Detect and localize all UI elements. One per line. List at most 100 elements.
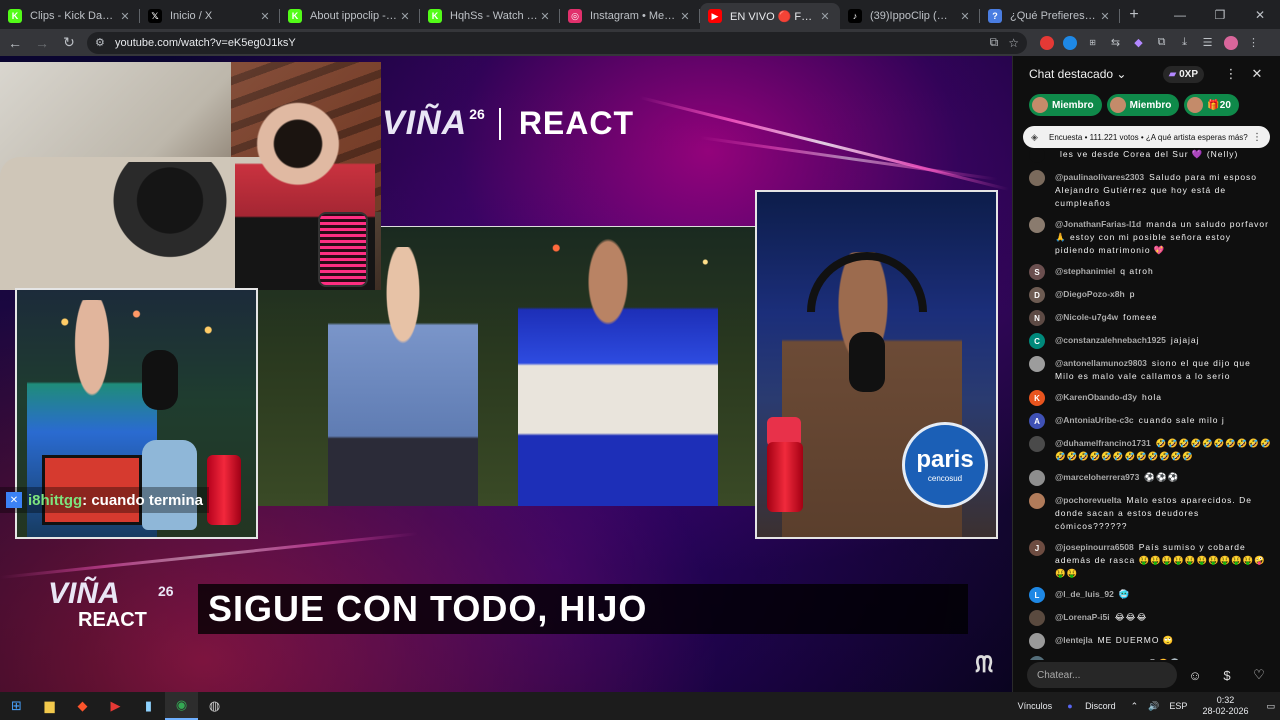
- chat-message[interactable]: @duhamelfrancino1731 🤣🤣🤣🤣🤣🤣🤣🤣🤣🤣🤣🤣🤣🤣🤣🤣🤣🤣🤣🤣…: [1013, 436, 1280, 463]
- chat-messages: les ve desde Corea del Sur 💜 (Nelly) @pau…: [1013, 148, 1280, 660]
- chat-message[interactable]: @marceloherrera973 ⚽⚽⚽: [1013, 470, 1280, 486]
- maximize-icon[interactable]: ❐: [1200, 0, 1240, 29]
- heart-icon[interactable]: ♡: [1245, 662, 1273, 688]
- poll-more-icon[interactable]: ⋮: [1252, 132, 1262, 143]
- chat-message[interactable]: C @constanzalehnebach1925 jajajaj: [1013, 333, 1280, 349]
- chat-message[interactable]: @antonellamunoz9803 siono el que dijo que…: [1013, 356, 1280, 383]
- paris-logo-text: paris: [916, 445, 974, 473]
- tray-chevron-up-icon[interactable]: ⌃: [1131, 701, 1139, 712]
- chat-message[interactable]: A @AntoniaUribe-c3c cuando sale milo j: [1013, 413, 1280, 429]
- chat-message[interactable]: @lentejla ME DUERMO 🙄: [1013, 633, 1280, 649]
- file-explorer-icon[interactable]: ▆: [33, 692, 66, 720]
- chat-chip[interactable]: Miembro: [1106, 94, 1180, 116]
- chat-text: q atroh: [1120, 266, 1154, 276]
- browser-menu-icon[interactable]: ⋮: [1242, 33, 1265, 53]
- brave-icon[interactable]: ◆: [66, 692, 99, 720]
- emoji-icon[interactable]: ☺: [1181, 662, 1209, 688]
- tray-discord[interactable]: ● Discord: [1062, 701, 1120, 711]
- minimize-icon[interactable]: —: [1160, 0, 1200, 29]
- chat-chip[interactable]: Miembro: [1029, 94, 1102, 116]
- address-bar[interactable]: ⚙ youtube.com/watch?v=eK5eg0J1ksY ⧉ ☆: [87, 31, 1027, 54]
- paris-sub-text: cencosud: [927, 473, 963, 483]
- extension-translate-icon[interactable]: ⇆: [1104, 33, 1127, 53]
- chat-input[interactable]: Chatear...: [1027, 662, 1177, 688]
- video-player[interactable]: VIÑA 26 REACT paris cencosud ✕ i8hittgg …: [0, 56, 1012, 692]
- site-info-icon[interactable]: ⚙: [95, 36, 109, 49]
- chat-more-icon[interactable]: ⋮: [1222, 66, 1240, 82]
- browser-tab-strip: KClips - Kick Dashboard✕𝕏Inicio / X✕KAbo…: [0, 0, 1280, 29]
- extension-counter-icon[interactable]: ⊞: [1081, 33, 1104, 53]
- tab-close-icon[interactable]: ✕: [118, 10, 132, 23]
- chat-message[interactable]: les ve desde Corea del Sur 💜 (Nelly): [1013, 148, 1280, 163]
- xp-badge[interactable]: ▰ 0XP: [1162, 65, 1204, 83]
- chat-chip[interactable]: 🎁20: [1184, 94, 1239, 116]
- reload-icon[interactable]: ↻: [57, 31, 81, 55]
- profile-avatar[interactable]: [1219, 33, 1242, 53]
- tab-close-icon[interactable]: ✕: [538, 10, 552, 23]
- chrome-icon[interactable]: ◉: [165, 692, 198, 720]
- chat-message[interactable]: @paulinaolivares2303 Saludo para mi espos…: [1013, 170, 1280, 210]
- browser-tab[interactable]: ◎ Instagram • Mensajes✕: [560, 3, 700, 29]
- chat-message[interactable]: K @KarenObando-d3y hola: [1013, 390, 1280, 406]
- poll-banner[interactable]: ◈ Encuesta • 111.221 votos • ¿A qué arti…: [1023, 126, 1270, 148]
- chat-mode-dropdown[interactable]: Chat destacado ⌄: [1029, 67, 1163, 81]
- tab-title: Clips - Kick Dashboard: [30, 10, 118, 22]
- browser-tab[interactable]: ? ¿Qué Prefieres? ¡Juega en línea!✕: [980, 3, 1120, 29]
- chat-avatar: [1029, 436, 1045, 452]
- close-window-icon[interactable]: ✕: [1240, 0, 1280, 29]
- tray-language[interactable]: ESP: [1169, 701, 1187, 711]
- tab-close-icon[interactable]: ✕: [818, 10, 832, 23]
- extension-purple-icon[interactable]: ◆: [1127, 33, 1150, 53]
- tray-clock[interactable]: 0:32 28-02-2026: [1197, 695, 1253, 717]
- tab-close-icon[interactable]: ✕: [258, 10, 272, 23]
- browser-tab[interactable]: ▶ EN VIVO 🔴 Festival de Viña✕: [700, 3, 840, 29]
- browser-tab[interactable]: K Clips - Kick Dashboard✕: [0, 3, 140, 29]
- browser-tab[interactable]: 𝕏 Inicio / X ✕: [140, 3, 280, 29]
- extensions-puzzle-icon[interactable]: ⧉: [1150, 33, 1173, 53]
- chat-message[interactable]: N @Nicole-u7g4w fomeee: [1013, 310, 1280, 326]
- obs-icon[interactable]: ◍: [198, 692, 231, 720]
- extension-red-icon[interactable]: [1035, 33, 1058, 53]
- tab-close-icon[interactable]: ✕: [678, 10, 692, 23]
- chat-message[interactable]: J @josepinourra6508 País sumiso y cobarde …: [1013, 540, 1280, 580]
- tab-title: Inicio / X: [170, 10, 213, 22]
- chat-message[interactable]: @pochorevuelta Malo estos aparecidos. De …: [1013, 493, 1280, 533]
- notification-icon[interactable]: ▭: [1266, 701, 1275, 712]
- back-icon[interactable]: ←: [3, 31, 27, 55]
- chat-avatar: [1029, 470, 1045, 486]
- media-player-icon[interactable]: ▶: [99, 692, 132, 720]
- tab-close-icon[interactable]: ✕: [1098, 10, 1112, 23]
- chat-text: cuando sale milo j: [1138, 415, 1225, 425]
- tab-close-icon[interactable]: ✕: [958, 10, 972, 23]
- tray-links-label[interactable]: Vínculos: [1018, 701, 1053, 711]
- volume-icon[interactable]: 🔊: [1148, 701, 1159, 712]
- tab-close-icon[interactable]: ✕: [398, 10, 412, 23]
- super-chat-icon[interactable]: $: [1213, 662, 1241, 688]
- chat-text: jajajaj: [1170, 335, 1200, 345]
- download-icon[interactable]: ⤓: [1173, 33, 1196, 53]
- chat-message[interactable]: @LorenaP-i5i 😂😂😂: [1013, 610, 1280, 626]
- cast-icon[interactable]: ⧉: [990, 35, 999, 50]
- notes-icon[interactable]: ▮: [132, 692, 165, 720]
- reading-list-icon[interactable]: ☰: [1196, 33, 1219, 53]
- chat-message[interactable]: @JonathanFarias-l1d manda un saludo porfa…: [1013, 217, 1280, 257]
- new-tab-button[interactable]: +: [1120, 6, 1148, 24]
- forward-icon[interactable]: →: [30, 31, 54, 55]
- bookmark-star-icon[interactable]: ☆: [1008, 36, 1019, 50]
- close-icon[interactable]: ✕: [1248, 66, 1266, 82]
- browser-tab[interactable]: K HqhSs - Watch clips on Kick✕: [420, 3, 560, 29]
- windows-start-icon[interactable]: ⊞: [0, 692, 33, 720]
- chat-message[interactable]: S @stephanimiel q atroh: [1013, 264, 1280, 280]
- chat-text: ⚽⚽⚽: [1144, 472, 1180, 482]
- chat-message-body: @duhamelfrancino1731 🤣🤣🤣🤣🤣🤣🤣🤣🤣🤣🤣🤣🤣🤣🤣🤣🤣🤣🤣🤣…: [1055, 437, 1273, 463]
- extension-blue-icon[interactable]: [1058, 33, 1081, 53]
- chat-author: @constanzalehnebach1925: [1055, 335, 1166, 345]
- browser-tab[interactable]: ♪ (39)IppoClip (@ippoclip) | TikTok✕: [840, 3, 980, 29]
- chip-label: 🎁20: [1207, 99, 1231, 111]
- chat-message[interactable]: D @DiegoPozo-x8h p: [1013, 287, 1280, 303]
- browser-tab[interactable]: K About ippoclip - Watch Live✕: [280, 3, 420, 29]
- chat-chips: Miembro Miembro 🎁20: [1013, 92, 1280, 118]
- address-url[interactable]: youtube.com/watch?v=eK5eg0J1ksY: [115, 37, 980, 49]
- chat-message[interactable]: L @l_de_luis_92 🥶: [1013, 587, 1280, 603]
- lower-third-react: REACT: [78, 609, 147, 631]
